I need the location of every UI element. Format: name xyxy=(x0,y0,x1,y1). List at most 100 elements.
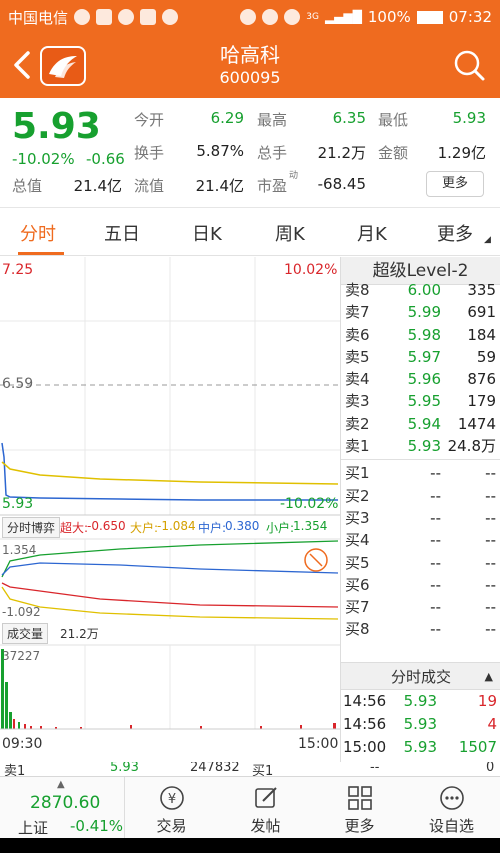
ask-price: 5.94 xyxy=(407,414,441,433)
ask-row: 卖3 5.95 179 xyxy=(341,390,500,412)
bid-row: 买1 -- -- xyxy=(341,462,500,484)
tab-monthly-k[interactable]: 月K xyxy=(357,220,387,246)
period-tabs: 分时 五日 日K 周K 月K 更多 ◢ xyxy=(0,208,500,256)
app-notification-icon xyxy=(74,9,91,25)
tick-trades-title: 分时成交 xyxy=(390,668,451,686)
status-right: 3G ▂▄▆█ 100% 07:32 xyxy=(240,8,492,26)
volume-title[interactable]: 成交量 xyxy=(2,623,49,644)
open-label: 今开 xyxy=(134,111,165,129)
volume-bar-15 xyxy=(333,723,336,729)
open-value: 6.29 xyxy=(210,109,244,127)
bid-volume: -- xyxy=(485,486,496,505)
nav-add-watchlist[interactable]: 设自选 xyxy=(414,777,489,839)
ask-label: 卖4 xyxy=(345,370,370,389)
tick-price: 5.93 xyxy=(403,715,437,733)
tab-daily-k[interactable]: 日K xyxy=(192,220,222,246)
bid-price: -- xyxy=(430,486,441,505)
bid-label: 买6 xyxy=(345,575,370,594)
ask-volume: 876 xyxy=(467,370,496,389)
ask-volume: 1474 xyxy=(457,414,496,433)
high-value: 6.35 xyxy=(332,109,366,127)
tab-five-day[interactable]: 五日 xyxy=(104,220,140,246)
tick-row: 14:56 5.93 19 xyxy=(341,690,500,713)
super-large-value: -0.650 xyxy=(87,519,126,533)
yen-cycle-icon: ¥ xyxy=(159,786,184,810)
strip-ask-volume: 247832 xyxy=(190,762,240,775)
bid-price: -- xyxy=(430,464,441,483)
send-notification-icon xyxy=(118,9,135,25)
system-nav-bar xyxy=(0,838,500,853)
strip-bid-price: -- xyxy=(370,762,380,775)
ask-price: 5.93 xyxy=(407,437,441,456)
low-label: 最低 xyxy=(378,111,409,129)
low-value: 5.93 xyxy=(452,109,486,127)
intraday-chart[interactable]: 7.25 10.02% 6.59 5.93 -10.02% 分时博弈 超大: -… xyxy=(0,257,340,762)
price-high-label: 7.25 xyxy=(2,262,34,278)
wifi-icon xyxy=(284,9,301,25)
status-left: 中国电信 xyxy=(8,7,179,28)
game-max-label: 1.354 xyxy=(2,543,37,557)
stock-code: 600095 xyxy=(219,68,281,87)
ask-row: 卖6 5.98 184 xyxy=(341,324,500,346)
bid-row: 买8 -- -- xyxy=(341,618,500,640)
volume-bar-11 xyxy=(130,725,132,729)
prev-close-label: 6.59 xyxy=(2,376,34,392)
grid-icon xyxy=(347,786,372,810)
eye-icon xyxy=(262,9,279,25)
tab-weekly-k[interactable]: 周K xyxy=(275,220,305,246)
market-index-widget[interactable]: ▲ 2870.60 上证 -0.41% xyxy=(0,777,125,839)
nav-more-label: 更多 xyxy=(344,817,375,835)
pe-superscript: 动 xyxy=(289,171,299,181)
ask-label: 卖6 xyxy=(345,325,370,344)
svg-text:¥: ¥ xyxy=(167,792,175,807)
pe-label: 市盈 xyxy=(257,177,288,195)
tick-price: 5.93 xyxy=(403,738,437,756)
volume-bar-5 xyxy=(18,722,20,729)
bid-label: 买2 xyxy=(345,486,370,505)
ask-label: 卖2 xyxy=(345,414,370,433)
bid-label: 买8 xyxy=(345,620,370,639)
ask-label: 卖5 xyxy=(345,347,370,366)
status-bar: 中国电信 3G ▂▄▆█ 100% 07:32 xyxy=(0,0,500,34)
time-end-label: 15:00 xyxy=(298,736,339,752)
bid-row: 买7 -- -- xyxy=(341,596,500,618)
super-large-label: 超大: xyxy=(60,521,89,535)
high-label: 最高 xyxy=(257,111,288,129)
time-start-label: 09:30 xyxy=(2,736,43,752)
tab-intraday[interactable]: 分时 xyxy=(20,220,56,246)
volume-value: 21.2万 xyxy=(317,144,366,162)
search-icon[interactable] xyxy=(452,48,486,82)
collapse-arrow-icon: ▲ xyxy=(484,670,493,683)
back-arrow-icon[interactable] xyxy=(10,48,34,82)
nav-more[interactable]: 更多 xyxy=(322,777,397,839)
tick-trades-header[interactable]: 分时成交 ▲ xyxy=(341,662,500,690)
ask-volume: 59 xyxy=(476,347,496,366)
ask-row: 卖4 5.96 876 xyxy=(341,368,500,390)
app-logo-icon xyxy=(40,46,86,86)
game-title[interactable]: 分时博弈 xyxy=(2,517,61,538)
ask-row: 卖2 5.94 1474 xyxy=(341,413,500,435)
volume-bar-3 xyxy=(9,712,12,729)
nav-trade[interactable]: ¥ 交易 xyxy=(134,777,209,839)
large-label: 大户: xyxy=(130,521,159,535)
ask-label: 卖3 xyxy=(345,392,370,411)
volume-total: 21.2万 xyxy=(60,627,99,641)
dots-circle-icon xyxy=(439,786,464,810)
pe-value: -68.45 xyxy=(317,175,366,193)
signal-icon: ▂▄▆█ xyxy=(324,10,362,24)
clock: 07:32 xyxy=(448,8,492,26)
ask-row: 卖5 5.97 59 xyxy=(341,346,500,368)
tab-more[interactable]: 更多 xyxy=(437,220,473,246)
amount-value: 1.29亿 xyxy=(437,144,486,162)
quote-more-button[interactable]: 更多 xyxy=(426,171,484,197)
bid-row: 买2 -- -- xyxy=(341,485,500,507)
tick-volume: 1507 xyxy=(458,738,497,756)
bid-volume: -- xyxy=(485,531,496,550)
volume-bar-14 xyxy=(300,725,302,729)
medium-label: 中户: xyxy=(198,521,227,535)
tick-volume: 4 xyxy=(487,715,497,733)
current-price: 5.93 xyxy=(12,106,101,147)
medium-value: 0.380 xyxy=(225,519,260,533)
tick-volume: 19 xyxy=(477,692,497,710)
nav-post[interactable]: 发帖 xyxy=(228,777,303,839)
